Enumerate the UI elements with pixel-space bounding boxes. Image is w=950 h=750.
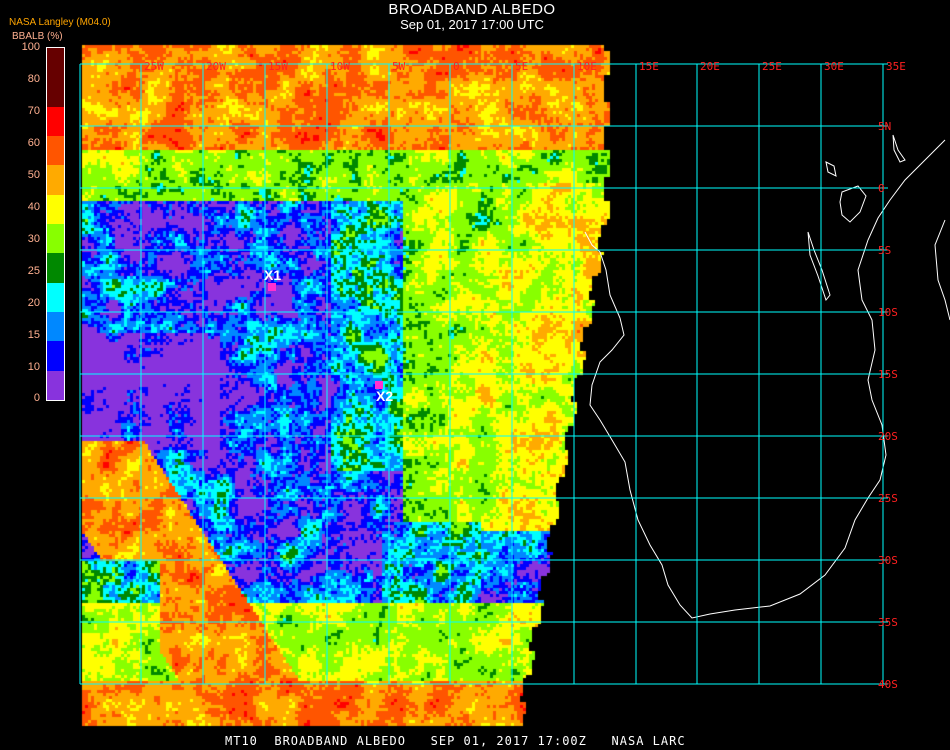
longitude-label: 10W — [330, 60, 350, 73]
legend-swatch — [47, 194, 64, 224]
marker-x1-label: X1 — [264, 267, 282, 283]
marker-x2-label: X2 — [376, 388, 394, 404]
legend-tick-label: 15 — [27, 329, 40, 341]
legend-tick-label: 10 — [27, 361, 40, 373]
footer-caption: MT10 BROADBAND ALBEDO SEP 01, 2017 17:00… — [225, 734, 686, 748]
legend-tick-label: 0 — [33, 392, 40, 404]
producer-label: NASA Langley (M04.0) — [9, 17, 111, 28]
latitude-label: 30S — [878, 554, 898, 567]
longitude-label: 25E — [762, 60, 782, 73]
longitude-label: 0 — [453, 60, 460, 73]
legend-swatch — [47, 165, 64, 195]
legend-tick-label: 60 — [27, 137, 40, 149]
legend-tick-label: 30 — [27, 233, 40, 245]
longitude-label: 30E — [824, 60, 844, 73]
legend-swatch — [47, 370, 64, 400]
latitude-label: 40S — [878, 678, 898, 691]
marker-x1-point[interactable] — [268, 283, 276, 291]
longitude-label: 5W — [392, 60, 406, 73]
longitude-label: 10E — [577, 60, 597, 73]
latitude-label: 25S — [878, 492, 898, 505]
legend-swatch — [47, 311, 64, 342]
legend-tick-label: 40 — [27, 201, 40, 213]
longitude-label: 5E — [515, 60, 528, 73]
longitude-label: 25W — [144, 60, 164, 73]
legend-swatch — [47, 282, 64, 312]
legend-tick-label: 70 — [27, 105, 40, 117]
latitude-label: 35S — [878, 616, 898, 629]
longitude-label: 15W — [268, 60, 288, 73]
longitude-label: 20W — [206, 60, 226, 73]
legend-tick-label: 80 — [27, 73, 40, 85]
longitude-label: 20E — [700, 60, 720, 73]
legend-swatch — [47, 136, 64, 166]
legend-tick-label: 50 — [27, 169, 40, 181]
map-overlay: 25W 20W 15W 10W 5W 0 5E 10E 15E 20E 25E 30E 35E 5N 0 5S… — [79, 60, 950, 691]
color-legend-bar — [46, 47, 65, 401]
legend-swatch — [47, 341, 64, 371]
latitude-label: 20S — [878, 430, 898, 443]
latitude-label: 5S — [878, 244, 891, 257]
latitude-label: 10S — [878, 306, 898, 319]
legend-swatch — [47, 253, 64, 283]
map-title: BROADBAND ALBEDO — [388, 1, 556, 18]
map-timestamp: Sep 01, 2017 17:00 UTC — [400, 17, 544, 32]
legend-tick-label: 100 — [21, 41, 40, 53]
legend-tick-label: 20 — [27, 297, 40, 309]
latitude-label: 5N — [878, 120, 891, 133]
legend-swatch — [47, 106, 64, 136]
lat-lon-grid: 25W 20W 15W 10W 5W 0 5E 10E 15E 20E 25E 30E 35E 5N 0 5S… — [79, 60, 906, 691]
legend-tick-label: 25 — [27, 265, 40, 277]
legend-swatch — [47, 223, 64, 254]
latitude-label: 0 — [878, 182, 885, 195]
longitude-label: 15E — [639, 60, 659, 73]
longitude-label: 35E — [886, 60, 906, 73]
legend-swatch — [47, 48, 64, 107]
latitude-label: 15S — [878, 368, 898, 381]
